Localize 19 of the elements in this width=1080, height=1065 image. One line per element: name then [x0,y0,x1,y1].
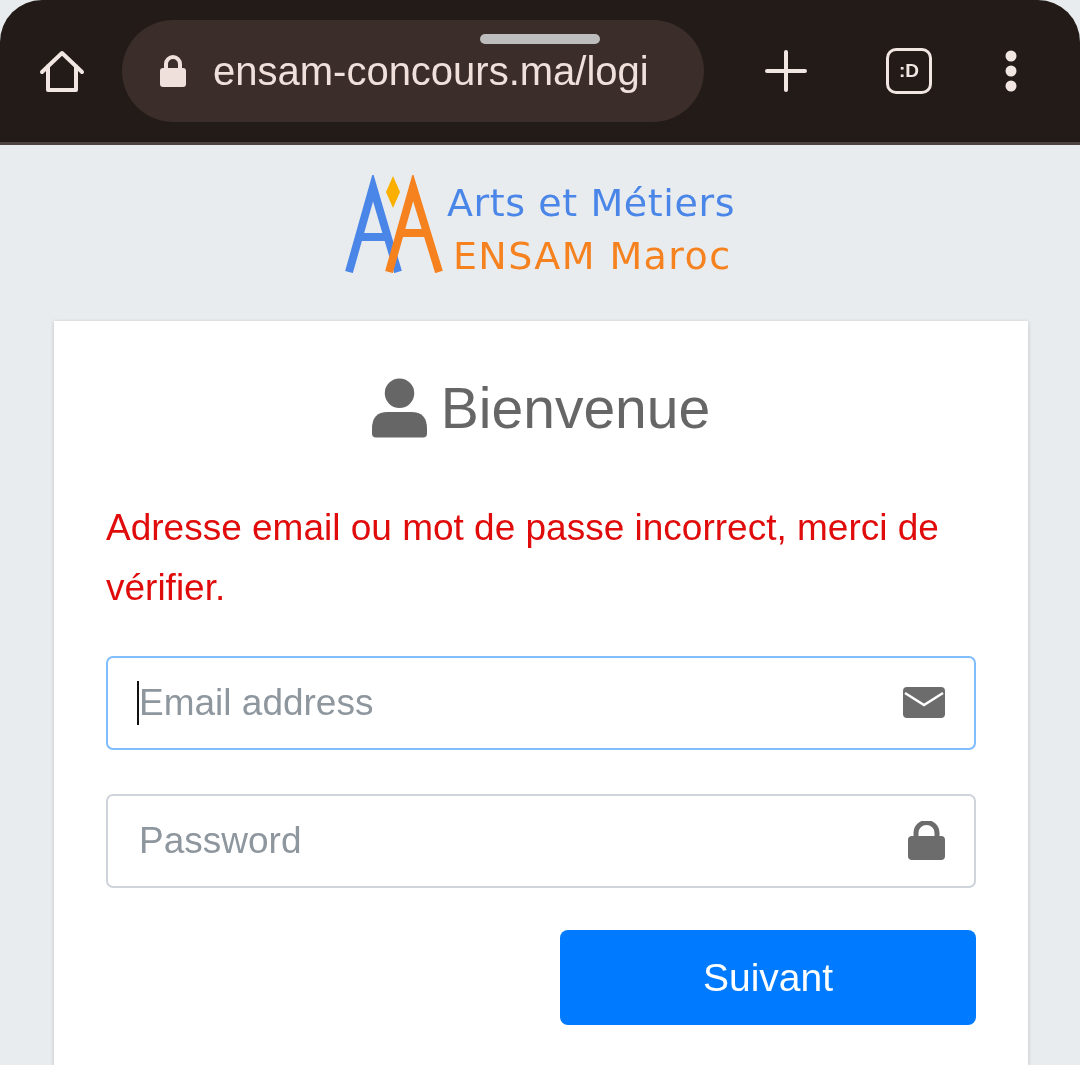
drag-handle-icon[interactable] [480,34,600,44]
tab-switcher-button[interactable]: :D [886,48,932,94]
welcome-title: Bienvenue [440,375,711,442]
error-message: Adresse email ou mot de passe incorrect, merci de vérifier. [106,506,940,610]
password-field[interactable]: Password [106,794,976,888]
logo-subtitle: ENSAM Maroc [452,233,733,280]
plus-icon[interactable] [765,50,807,92]
lock-icon [908,821,945,860]
lock-icon [160,55,186,87]
logo-title: Arts et Métiers [446,180,736,227]
next-button[interactable]: Suivant [560,930,976,1025]
home-icon[interactable] [39,49,85,93]
user-icon [371,378,427,438]
envelope-icon [903,687,945,718]
address-bar[interactable]: ensam-concours.ma/logi [122,20,704,122]
text-cursor-icon [137,681,139,725]
logo-icon [344,175,443,273]
email-field[interactable]: Email address [106,656,976,750]
menu-icon[interactable] [1005,50,1017,92]
